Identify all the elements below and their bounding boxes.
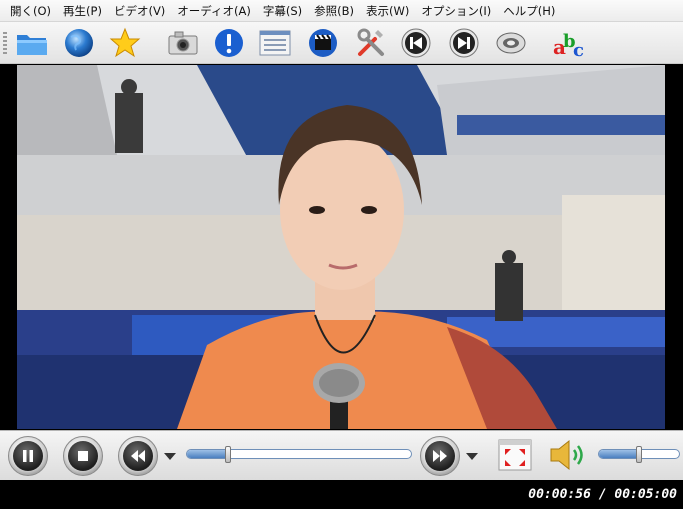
toolbar-grip[interactable] xyxy=(3,32,7,54)
menu-open[interactable]: 開く(O) xyxy=(4,0,57,22)
next-track-icon xyxy=(449,28,479,58)
seek-slider[interactable] xyxy=(186,449,412,459)
fullscreen-icon xyxy=(498,439,532,471)
speaker-volume-icon xyxy=(550,439,583,471)
disc-icon xyxy=(496,32,526,54)
rewind-icon xyxy=(131,450,145,462)
folder-icon xyxy=(17,35,47,55)
seek-progress xyxy=(187,450,229,458)
favorites-button[interactable] xyxy=(108,26,142,60)
previous-button[interactable] xyxy=(399,26,433,60)
control-bar xyxy=(0,430,683,480)
pause-icon xyxy=(23,450,33,462)
seek-handle[interactable] xyxy=(225,446,232,463)
menu-help[interactable]: ヘルプ(H) xyxy=(497,0,561,22)
media-library-button[interactable] xyxy=(306,26,340,60)
menu-play[interactable]: 再生(P) xyxy=(57,0,108,22)
tools-preferences-icon xyxy=(357,28,384,56)
fullscreen-button[interactable] xyxy=(497,437,533,473)
toolbar: a b c xyxy=(0,22,683,78)
clapperboard-icon xyxy=(309,29,337,57)
menu-bar: 開く(O) 再生(P) ビデオ(V) オーディオ(A) 字幕(S) 参照(B) … xyxy=(0,0,683,22)
mute-button[interactable] xyxy=(548,437,588,473)
playlist-button[interactable] xyxy=(258,26,292,60)
globe-icon xyxy=(65,29,93,57)
fast-forward-button[interactable] xyxy=(420,436,460,476)
screenshot-button[interactable] xyxy=(166,26,200,60)
next-button[interactable] xyxy=(447,26,481,60)
svg-text:c: c xyxy=(573,40,584,60)
star-favorites-icon xyxy=(109,27,141,58)
status-bar: 00:00:56 / 00:05:00 xyxy=(0,480,683,509)
info-icon xyxy=(215,29,243,57)
rewind-dropdown-arrow[interactable] xyxy=(164,453,176,460)
stop-button[interactable] xyxy=(63,436,103,476)
stop-icon xyxy=(78,451,88,461)
pause-button[interactable] xyxy=(8,436,48,476)
subtitle-abc-icon: a b c xyxy=(553,31,584,60)
menu-video[interactable]: ビデオ(V) xyxy=(108,0,171,22)
menu-subtitles[interactable]: 字幕(S) xyxy=(257,0,308,22)
open-url-button[interactable] xyxy=(62,26,96,60)
volume-level xyxy=(599,450,639,458)
fast-forward-icon xyxy=(433,450,447,462)
menu-view[interactable]: 表示(W) xyxy=(360,0,415,22)
menu-audio[interactable]: オーディオ(A) xyxy=(171,0,257,22)
menu-browse[interactable]: 参照(B) xyxy=(308,0,360,22)
playlist-icon xyxy=(259,30,291,56)
open-file-button[interactable] xyxy=(15,26,49,60)
volume-handle[interactable] xyxy=(636,446,642,463)
fast-forward-dropdown-arrow[interactable] xyxy=(466,453,478,460)
preferences-button[interactable] xyxy=(354,26,388,60)
open-disc-button[interactable] xyxy=(494,26,528,60)
video-display[interactable] xyxy=(17,65,665,429)
camera-screenshot-icon xyxy=(168,31,198,55)
menu-options[interactable]: オプション(I) xyxy=(415,0,497,22)
video-frame xyxy=(17,65,665,429)
info-button[interactable] xyxy=(212,26,246,60)
rewind-button[interactable] xyxy=(118,436,158,476)
subtitles-button[interactable]: a b c xyxy=(552,26,586,60)
time-display: 00:00:56 / 00:05:00 xyxy=(528,487,677,502)
previous-track-icon xyxy=(401,28,431,58)
